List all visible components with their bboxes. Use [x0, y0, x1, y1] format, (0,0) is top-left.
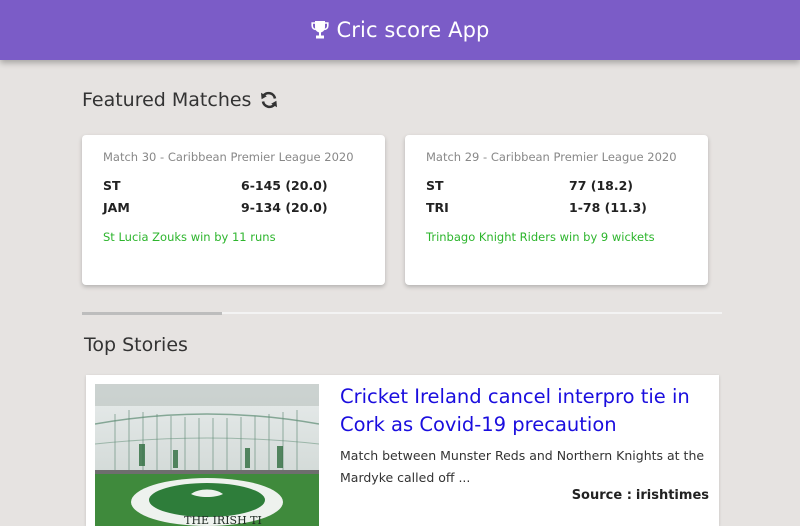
match-card[interactable]: Match 29 - Caribbean Premier League 2020… [405, 135, 708, 285]
team-score: 77 (18.2) [569, 178, 634, 193]
app-bar: Cric score App [0, 0, 800, 60]
match-card[interactable]: Match 30 - Caribbean Premier League 2020… [82, 135, 385, 285]
team-score-row: JAM 9-134 (20.0) [103, 200, 361, 218]
match-result: St Lucia Zouks win by 11 runs [103, 230, 276, 244]
team-name: ST [103, 178, 121, 193]
team-score-row: TRI 1-78 (11.3) [426, 200, 684, 218]
story-card[interactable]: THE IRISH TI Cricket Ireland cancel inte… [86, 375, 719, 526]
team-name: JAM [103, 200, 130, 215]
team-score: 9-134 (20.0) [241, 200, 328, 215]
story-image[interactable]: THE IRISH TI [95, 384, 319, 526]
match-name: Match 29 - Caribbean Premier League 2020 [426, 150, 677, 164]
team-name: ST [426, 178, 444, 193]
trophy-icon [310, 21, 329, 39]
team-score-row: ST 77 (18.2) [426, 178, 684, 196]
image-caption-text: THE IRISH TI [184, 514, 262, 526]
app-title: Cric score App [336, 18, 490, 42]
story-source-label: Source : [571, 488, 632, 503]
story-headline[interactable]: Cricket Ireland cancel interpro tie in C… [340, 383, 710, 439]
team-score: 1-78 (11.3) [569, 200, 647, 215]
team-name: TRI [426, 200, 449, 215]
story-source: Source : irishtimes [572, 488, 709, 503]
featured-matches-heading: Featured Matches [82, 89, 279, 111]
match-name: Match 30 - Caribbean Premier League 2020 [103, 150, 354, 164]
match-result: Trinbago Knight Riders win by 9 wickets [426, 230, 655, 244]
featured-matches-title: Featured Matches [82, 89, 252, 111]
team-score-row: ST 6-145 (20.0) [103, 178, 361, 196]
story-description: Match between Munster Reds and Northern … [340, 448, 705, 485]
top-stories-title: Top Stories [84, 334, 188, 356]
team-score: 6-145 (20.0) [241, 178, 328, 193]
app-title-group: Cric score App [310, 18, 490, 42]
story-source-name: irishtimes [635, 488, 709, 503]
tab-indicator [82, 312, 222, 315]
refresh-icon[interactable] [259, 90, 279, 110]
